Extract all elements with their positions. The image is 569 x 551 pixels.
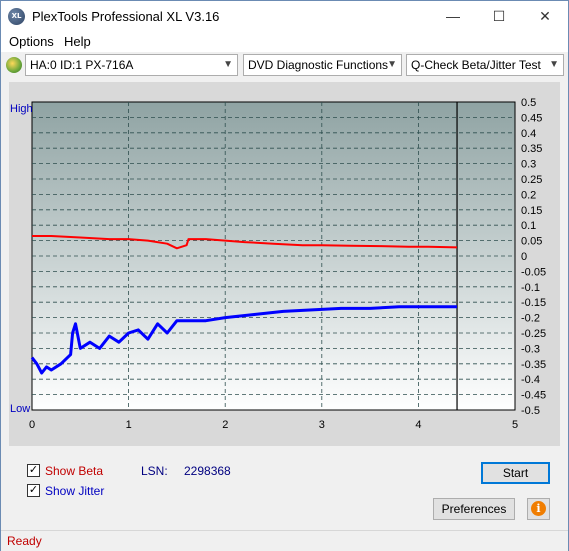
controls-panel: ✓ Show Beta ✓ Show Jitter LSN: 2298368 S… (9, 453, 560, 526)
high-label: High (10, 103, 33, 115)
x-tick-label: 3 (319, 419, 325, 431)
app-window: XL PlexTools Professional XL V3.16 — ☐ ✕… (0, 0, 569, 551)
beta-jitter-chart: 0.5 0.45 0.4 0.35 0.3 0.25 0.2 0.15 0.1 0.05 0 -0.0… (10, 97, 546, 431)
y-tick-label: 0.05 (521, 236, 542, 248)
y-tick-label: -0.05 (521, 266, 546, 278)
window-title: PlexTools Professional XL V3.16 (32, 9, 220, 24)
y-tick-label: 0.15 (521, 205, 542, 217)
show-jitter-label[interactable]: Show Jitter (45, 484, 104, 498)
drive-select[interactable]: HA:0 ID:1 PX-716A ▼ (25, 54, 238, 76)
x-tick-label: 0 (29, 419, 35, 431)
y-tick-label: -0.2 (521, 313, 540, 325)
app-logo-icon: XL (8, 8, 25, 25)
disc-drive-icon (6, 57, 22, 73)
y-tick-label: -0.25 (521, 328, 546, 340)
y-tick-label: -0.5 (521, 405, 540, 417)
y-tick-label: -0.1 (521, 282, 540, 294)
minimize-button[interactable]: — (430, 1, 476, 32)
y-tick-label: -0.45 (521, 390, 546, 402)
x-tick-label: 5 (512, 419, 518, 431)
function-select[interactable]: DVD Diagnostic Functions ▼ (243, 54, 402, 76)
y-tick-label: -0.4 (521, 374, 540, 386)
x-tick-label: 2 (222, 419, 228, 431)
menu-bar: Options Help (1, 32, 568, 52)
toolbar: HA:0 ID:1 PX-716A ▼ DVD Diagnostic Funct… (1, 52, 568, 80)
show-jitter-checkbox[interactable]: ✓ (27, 484, 40, 497)
function-select-value: DVD Diagnostic Functions (248, 58, 389, 72)
y-tick-label: -0.3 (521, 343, 540, 355)
preferences-button[interactable]: Preferences (433, 498, 515, 520)
close-button[interactable]: ✕ (522, 1, 568, 32)
start-button[interactable]: Start (481, 462, 550, 484)
y-tick-label: 0.35 (521, 143, 542, 155)
y-tick-label: 0.3 (521, 159, 536, 171)
chart-panel: 0.5 0.45 0.4 0.35 0.3 0.25 0.2 0.15 0.1 0.05 0 -0.0… (9, 82, 560, 446)
maximize-button[interactable]: ☐ (476, 1, 522, 32)
lsn-label: LSN: (141, 464, 168, 478)
menu-help[interactable]: Help (64, 34, 91, 49)
drive-select-value: HA:0 ID:1 PX-716A (30, 58, 134, 72)
y-tick-label: 0.2 (521, 189, 536, 201)
test-select-value: Q-Check Beta/Jitter Test (411, 58, 541, 72)
status-bar: Ready (1, 530, 568, 551)
y-tick-label: 0.4 (521, 128, 536, 140)
y-tick-label: -0.35 (521, 359, 546, 371)
y-tick-label: -0.15 (521, 297, 546, 309)
menu-options[interactable]: Options (9, 34, 54, 49)
chevron-down-icon: ▼ (223, 59, 233, 70)
low-label: Low (10, 403, 30, 415)
y-tick-label: 0 (521, 251, 527, 263)
info-button[interactable]: i (527, 498, 550, 520)
title-bar: XL PlexTools Professional XL V3.16 — ☐ ✕ (1, 1, 568, 32)
chevron-down-icon: ▼ (387, 59, 397, 70)
lsn-value: 2298368 (184, 464, 231, 478)
show-beta-label[interactable]: Show Beta (45, 464, 103, 478)
show-beta-checkbox[interactable]: ✓ (27, 464, 40, 477)
test-select[interactable]: Q-Check Beta/Jitter Test ▼ (406, 54, 564, 76)
x-tick-label: 1 (126, 419, 132, 431)
y-tick-label: 0.5 (521, 97, 536, 109)
y-tick-label: 0.25 (521, 174, 542, 186)
info-icon: i (531, 501, 546, 516)
y-tick-label: 0.1 (521, 220, 536, 232)
status-text: Ready (7, 534, 42, 548)
chevron-down-icon: ▼ (549, 59, 559, 70)
x-tick-label: 4 (415, 419, 421, 431)
y-tick-label: 0.45 (521, 112, 542, 124)
